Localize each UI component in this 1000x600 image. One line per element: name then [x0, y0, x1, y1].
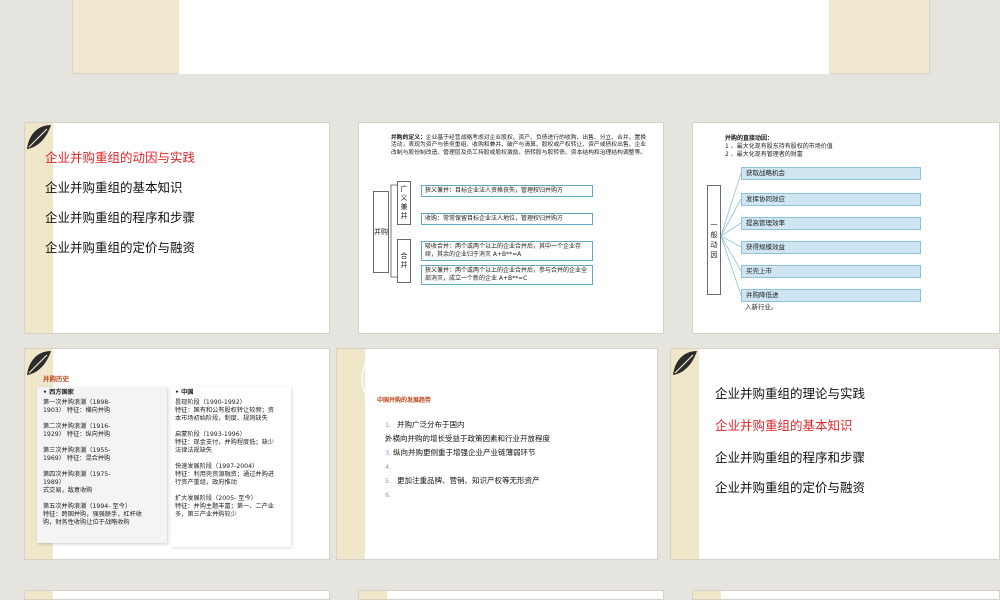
definition-text: 并购的定义：企业基于经营战略考虑对企业股权、资产、负债进行的收购、出售、分立、合…: [391, 135, 647, 156]
motive-scale: 获得规模效益: [741, 241, 921, 254]
menu-item: 企业并购重组的基本知识: [715, 418, 853, 433]
motive-synergy: 发挥协同效应: [741, 193, 921, 206]
west-header: • 西方国家: [43, 389, 74, 396]
diagram-node-broad: 广义兼并: [397, 181, 411, 225]
box-acquisition: 收购：常常保留目标企业法人地位，管理权归并购方: [421, 213, 593, 225]
slide3-header: 并购的直接动因： 1 、最大化现有股东持有股权的市场价值 2 、最大化现有管理者…: [725, 135, 833, 158]
history-title: 并购历史: [43, 375, 69, 383]
menu-item: 企业并购重组的程序和步骤: [715, 450, 866, 465]
slide-thumbnail-2[interactable]: 并购的定义：企业基于经营战略考虑对企业股权、资产、负债进行的收购、出售、分立、合…: [358, 122, 664, 334]
box-absorb-merger: 吸收合并：两个或两个以上的企业合并后，其中一个企业存续，其余的企业归于消灭 A+…: [421, 241, 593, 261]
box-new-merger: 狭义兼并：两个或两个以上的企业合并后，参与合并的企业全部消灭，成立一个新的企业 …: [421, 265, 593, 285]
china-history-text: 昙现阶段（1990-1992） 特征：国有和公有股权转让较频；资 本市场初始阶段…: [175, 399, 274, 518]
slide-content-area: [179, 0, 829, 74]
slide-stripe: [25, 591, 53, 599]
motive-entry-barrier-continued: 入新行业。: [745, 303, 778, 311]
slide-thumbnail-previous[interactable]: [72, 0, 930, 74]
slide-stripe: [693, 591, 721, 599]
menu-item: 企业并购重组的基本知识: [45, 180, 183, 195]
china-history-panel: • 中国 昙现阶段（1990-1992） 特征：国有和公有股权转让较频；资 本市…: [171, 387, 291, 547]
motive-management-efficiency: 提高管理效率: [741, 217, 921, 230]
motive-strategic-opportunity: 获取战略机会: [741, 167, 921, 180]
trends-title: 中国并购的发展趋势: [377, 397, 432, 404]
leaf-icon: [673, 351, 697, 375]
slide-thumbnail-6[interactable]: 企业并购重组的理论与实践 企业并购重组的基本知识 企业并购重组的程序和步骤 企业并购重…: [670, 348, 1000, 560]
west-history-text: 第一次并购浪潮（1898- 1903） 特征：横向并购 第二次并购浪潮（1916…: [43, 399, 142, 526]
menu-item: 企业并购重组的程序和步骤: [45, 210, 196, 225]
motive-backdoor-listing: 买壳上市: [741, 265, 921, 278]
slide-stripe: [671, 349, 699, 559]
trend-item-2: 外横向并购的增长受益于政策因素和行业开放程度: [385, 434, 550, 443]
trend-number-1: 1.: [385, 421, 392, 429]
trend-number-3: 3.: [385, 449, 392, 457]
diagram-bracket: [390, 184, 397, 278]
menu-item: 企业并购重组的定价与融资: [45, 240, 196, 255]
general-motive-label: 一般动因: [707, 185, 721, 295]
menu-item: 企业并购重组的理论与实践: [715, 386, 866, 401]
slide-stripe: [359, 591, 387, 599]
slide-thumbnail-7[interactable]: [24, 590, 330, 600]
slide-thumbnail-8[interactable]: [358, 590, 664, 600]
menu-item: 企业并购重组的定价与融资: [715, 480, 866, 495]
slide-thumbnail-3[interactable]: 并购的直接动因： 1 、最大化现有股东持有股权的市场价值 2 、最大化现有管理者…: [692, 122, 1000, 334]
trend-item-3: 纵向并购更侧重于增强企业产业链薄弱环节: [393, 448, 536, 457]
trend-number-6: 6.: [385, 491, 392, 499]
slide-thumbnail-1[interactable]: 企业并购重组的动因与实践 企业并购重组的基本知识 企业并购重组的程序和步骤 企业并购重…: [24, 122, 330, 334]
trend-item-1: 并购广泛分布于国内: [397, 420, 465, 429]
slide-thumbnail-5[interactable]: 中国并购的发展趋势 1. 并购广泛分布于国内 2. 外横向并购的增长受益于政策因…: [336, 348, 658, 560]
trend-number-4: 4.: [385, 463, 392, 471]
diagram-root-merger: 并购: [373, 191, 389, 273]
box-narrow-merger: 狭义兼并：目标企业法人资格丧失，管理权归并购方: [421, 185, 593, 197]
trend-number-5: 5.: [385, 477, 392, 485]
china-header: • 中国: [175, 389, 194, 396]
diagram-node-merge: 合并: [397, 239, 411, 283]
slide-thumbnail-4[interactable]: 并购历史 • 西方国家 第一次并购浪潮（1898- 1903） 特征：横向并购 …: [24, 348, 330, 560]
trend-item-5: 更加注重品牌、营销、知识产权等无形资产: [397, 476, 540, 485]
west-history-panel: • 西方国家 第一次并购浪潮（1898- 1903） 特征：横向并购 第二次并购…: [37, 387, 167, 543]
menu-item: 企业并购重组的动因与实践: [45, 150, 196, 165]
slide-thumbnail-9[interactable]: [692, 590, 1000, 600]
connector-lines: [721, 172, 742, 296]
